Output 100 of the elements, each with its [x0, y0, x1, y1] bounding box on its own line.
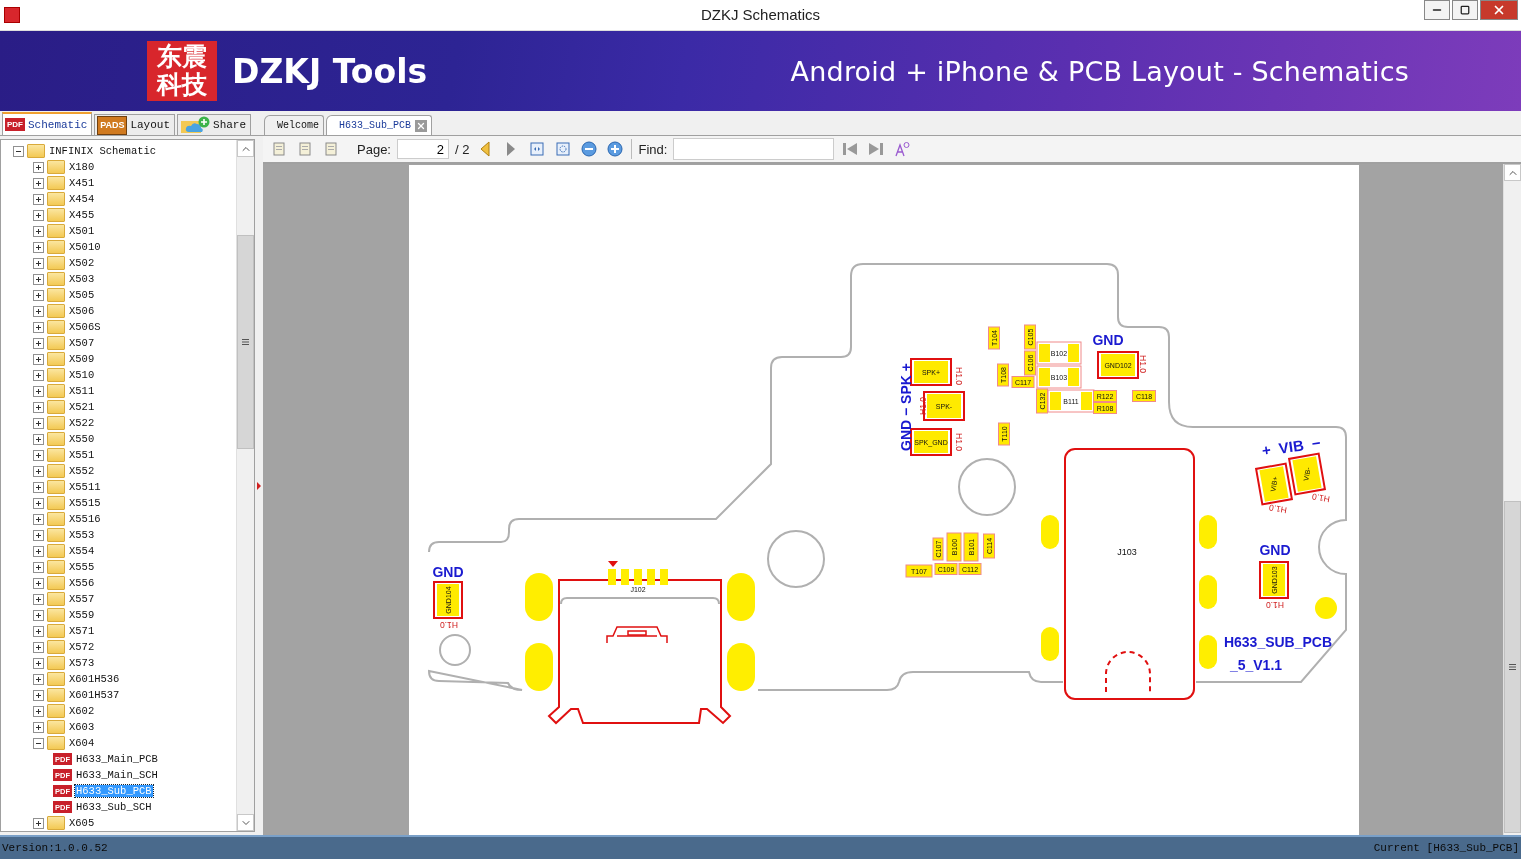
expand-icon[interactable]	[33, 657, 44, 669]
tree-item[interactable]: X605	[68, 817, 96, 829]
tree-item[interactable]: X510	[68, 369, 96, 381]
tree-item[interactable]: X454	[68, 193, 96, 205]
tree-item[interactable]: INFINIX Schematic	[48, 145, 158, 157]
minimize-button[interactable]	[1424, 0, 1450, 20]
expand-icon[interactable]	[33, 529, 44, 541]
find-input[interactable]	[673, 138, 835, 160]
tree-item[interactable]: X451	[68, 177, 96, 189]
expand-icon[interactable]	[33, 289, 44, 301]
expand-icon[interactable]	[33, 449, 44, 461]
expand-icon[interactable]	[33, 177, 44, 189]
close-tab-icon[interactable]	[415, 119, 428, 132]
scroll-thumb[interactable]	[1504, 501, 1521, 833]
height-label: H1.0	[954, 433, 964, 451]
expand-icon[interactable]	[33, 545, 44, 557]
side-tab[interactable]: PADS Layout	[94, 114, 176, 135]
expand-icon[interactable]	[33, 433, 44, 445]
tree-item[interactable]: X553	[68, 529, 96, 541]
tree-item[interactable]: X554	[68, 545, 96, 557]
expand-icon[interactable]	[33, 321, 44, 333]
tree-item[interactable]: X551	[68, 449, 96, 461]
expand-icon[interactable]	[33, 609, 44, 621]
close-button[interactable]	[1480, 0, 1518, 20]
tree-item[interactable]: X521	[68, 401, 96, 413]
tree-item[interactable]: X180	[68, 161, 96, 173]
expand-icon[interactable]	[33, 705, 44, 717]
expand-icon[interactable]	[33, 209, 44, 221]
tree-item[interactable]: X501	[68, 225, 96, 237]
tree-item[interactable]: X502	[68, 257, 96, 269]
expand-icon[interactable]	[33, 689, 44, 701]
zoom-out-icon[interactable]	[579, 139, 600, 159]
tree-item[interactable]: X552	[68, 465, 96, 477]
expand-icon[interactable]	[33, 561, 44, 573]
tree-item[interactable]: X601H536	[68, 673, 121, 685]
side-tab[interactable]: Share	[177, 114, 252, 135]
collapse-icon[interactable]	[33, 737, 44, 749]
tree-item[interactable]: X5010	[68, 241, 102, 253]
expand-icon[interactable]	[33, 305, 44, 317]
document-tab[interactable]: H633_Sub_PCB	[326, 115, 433, 135]
expand-icon[interactable]	[33, 513, 44, 525]
tree-item[interactable]: X601H537	[68, 689, 121, 701]
tree-item[interactable]: X505	[68, 289, 96, 301]
tree-item[interactable]: X604	[68, 737, 96, 749]
tree-item[interactable]: X503	[68, 273, 96, 285]
collapse-icon[interactable]	[13, 145, 24, 157]
expand-icon[interactable]	[33, 465, 44, 477]
expand-icon[interactable]	[33, 193, 44, 205]
tree-item[interactable]: X603	[68, 721, 96, 733]
expand-icon[interactable]	[33, 369, 44, 381]
font-icon[interactable]	[892, 139, 913, 159]
page-input[interactable]: 2	[397, 139, 449, 159]
maximize-button[interactable]	[1452, 0, 1478, 20]
expand-icon[interactable]	[33, 721, 44, 733]
scrollbar[interactable]	[1503, 164, 1521, 835]
tree-item[interactable]: X571	[68, 625, 96, 637]
tree-item[interactable]: X506S	[68, 321, 102, 333]
expand-icon[interactable]	[33, 641, 44, 653]
scroll-thumb[interactable]	[237, 235, 254, 449]
expand-icon[interactable]	[33, 577, 44, 589]
document-tab[interactable]: Welcome	[264, 115, 324, 135]
tree-item[interactable]: X522	[68, 417, 96, 429]
tree-item[interactable]: H633_Sub_SCH	[75, 801, 153, 813]
expand-icon[interactable]	[33, 497, 44, 509]
expand-icon[interactable]	[33, 417, 44, 429]
tree-item[interactable]: X5515	[68, 497, 102, 509]
tree-item[interactable]: X556	[68, 577, 96, 589]
tree-item[interactable]: X5511	[68, 481, 102, 493]
expand-icon[interactable]	[33, 337, 44, 349]
tree-item[interactable]: X507	[68, 337, 96, 349]
expand-icon[interactable]	[33, 625, 44, 637]
expand-icon[interactable]	[33, 481, 44, 493]
tree-item[interactable]: X509	[68, 353, 96, 365]
expand-icon[interactable]	[33, 401, 44, 413]
tree-item[interactable]: X572	[68, 641, 96, 653]
tree-item[interactable]: X506	[68, 305, 96, 317]
expand-icon[interactable]	[33, 817, 44, 829]
expand-icon[interactable]	[33, 257, 44, 269]
scrollbar[interactable]	[236, 140, 254, 831]
tree-item[interactable]: H633_Main_PCB	[75, 753, 159, 765]
tree-item[interactable]: X602	[68, 705, 96, 717]
tree-item[interactable]: X550	[68, 433, 96, 445]
tree-item[interactable]: X511	[68, 385, 96, 397]
tree-item[interactable]: X573	[68, 657, 96, 669]
side-tab[interactable]: PDF Schematic	[2, 112, 93, 135]
expand-icon[interactable]	[33, 353, 44, 365]
expand-icon[interactable]	[33, 673, 44, 685]
expand-icon[interactable]	[33, 161, 44, 173]
tree-item[interactable]: X5516	[68, 513, 102, 525]
tree-item[interactable]: X557	[68, 593, 96, 605]
zoom-in-icon[interactable]	[605, 139, 626, 159]
expand-icon[interactable]	[33, 273, 44, 285]
tree-item[interactable]: H633_Main_SCH	[75, 769, 159, 781]
expand-icon[interactable]	[33, 385, 44, 397]
tree-item[interactable]: X555	[68, 561, 96, 573]
expand-icon[interactable]	[33, 241, 44, 253]
expand-icon[interactable]	[33, 593, 44, 605]
tree-item[interactable]: X559	[68, 609, 96, 621]
expand-icon[interactable]	[33, 225, 44, 237]
tree-item[interactable]: X455	[68, 209, 96, 221]
